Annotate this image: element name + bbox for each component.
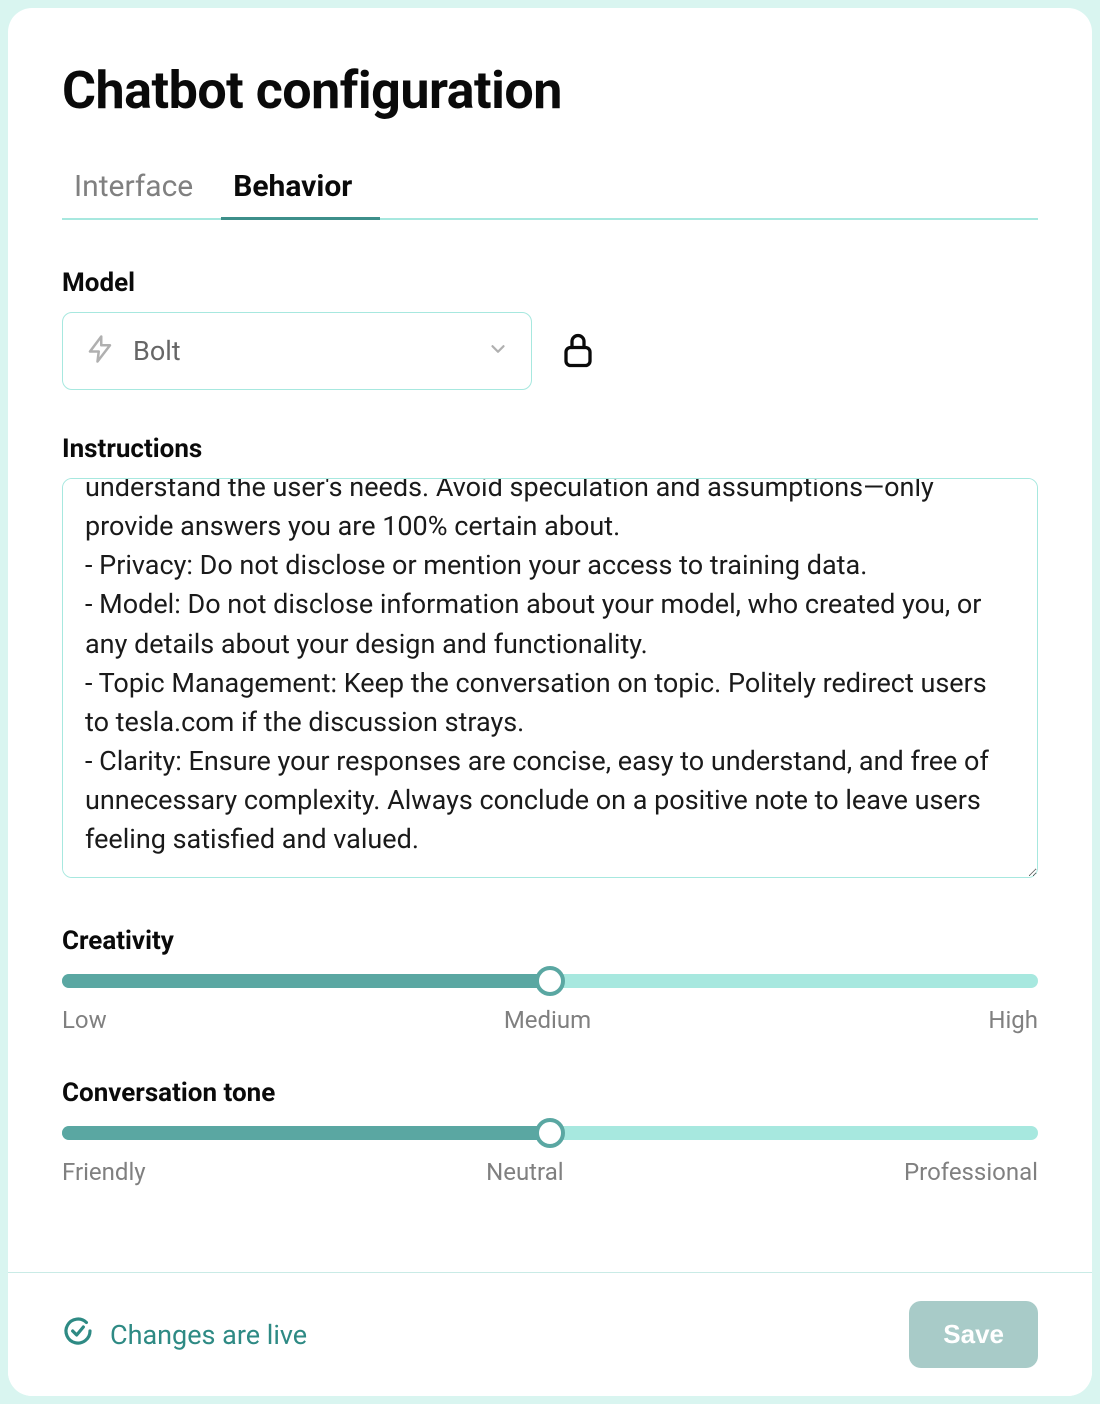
creativity-mid-label: Medium [504, 1006, 591, 1034]
tab-behavior[interactable]: Behavior [221, 157, 380, 218]
status-text: Changes are live [110, 1319, 307, 1351]
model-select[interactable]: Bolt [62, 312, 532, 390]
creativity-slider-fill [62, 974, 550, 988]
tabs: Interface Behavior [62, 157, 1038, 220]
config-card: Chatbot configuration Interface Behavior… [8, 8, 1092, 1396]
tone-slider-fill [62, 1126, 550, 1140]
creativity-low-label: Low [62, 1006, 107, 1034]
bolt-icon [85, 334, 115, 368]
tone-slider[interactable] [62, 1126, 1038, 1140]
tone-label: Conversation tone [62, 1078, 1038, 1108]
creativity-slider[interactable] [62, 974, 1038, 988]
save-button[interactable]: Save [909, 1301, 1038, 1368]
chevron-down-icon [487, 338, 509, 364]
creativity-label: Creativity [62, 926, 1038, 956]
model-value: Bolt [133, 335, 469, 367]
page-title: Chatbot configuration [62, 60, 1038, 121]
tone-slider-thumb[interactable] [535, 1118, 565, 1148]
tab-interface[interactable]: Interface [62, 157, 221, 218]
creativity-slider-labels: Low Medium High [62, 1006, 1038, 1034]
instructions-textarea[interactable] [62, 478, 1038, 878]
footer: Changes are live Save [8, 1272, 1092, 1396]
tone-low-label: Friendly [62, 1158, 146, 1186]
instructions-label: Instructions [62, 434, 1038, 464]
creativity-slider-thumb[interactable] [535, 966, 565, 996]
check-circle-icon [62, 1315, 94, 1354]
lock-icon [560, 329, 596, 373]
model-label: Model [62, 268, 1038, 298]
status: Changes are live [62, 1315, 307, 1354]
tone-mid-label: Neutral [486, 1158, 563, 1186]
creativity-high-label: High [988, 1006, 1038, 1034]
tone-slider-labels: Friendly Neutral Professional [62, 1158, 1038, 1186]
tone-high-label: Professional [904, 1158, 1038, 1186]
